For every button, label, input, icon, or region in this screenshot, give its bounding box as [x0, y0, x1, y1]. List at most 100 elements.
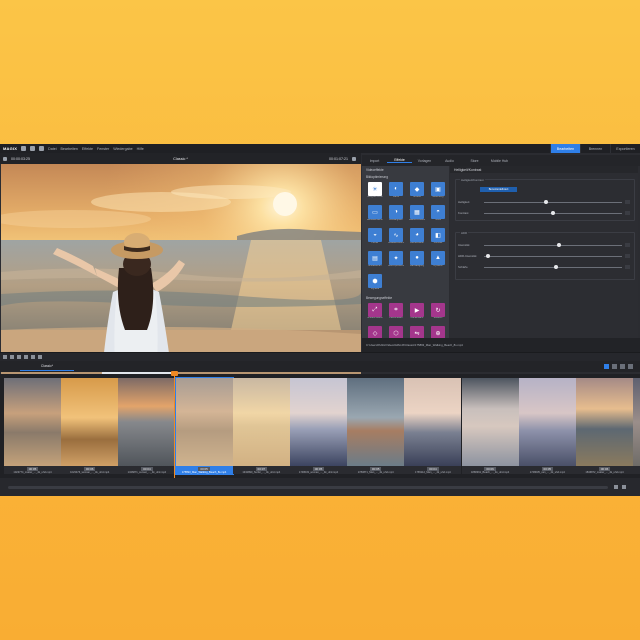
storyboard-clip[interactable]: 00:04 1346871_sunset_..._4k_uhd.mp4: [118, 378, 176, 474]
menu-lines-icon[interactable]: [3, 156, 7, 161]
effects-subcategory-image[interactable]: Bildoptimierung: [362, 173, 449, 180]
new-file-icon[interactable]: [21, 146, 27, 151]
effect-tile-sharp[interactable]: ◆ Schärfe: [409, 182, 425, 200]
sequence-tab[interactable]: Classic*: [20, 363, 74, 371]
zoom-in-icon[interactable]: [622, 485, 626, 489]
cursor-tool-icon[interactable]: [3, 355, 7, 359]
storyboard-clip[interactable]: 00:06 1846872_matter_..._4k_uhd.mp4: [576, 378, 633, 474]
storyboard-clip[interactable]: 00:05 1023774_matter_..._4k_uhd.mp4: [4, 378, 61, 474]
open-folder-icon[interactable]: [30, 146, 36, 151]
clip-caption: 00:05 1783871_Man_..._4k_uhd.mp4: [347, 466, 405, 474]
undo-icon[interactable]: [10, 355, 14, 359]
effect-tile-frame[interactable]: ▭ Bildstabilisierung: [367, 205, 383, 223]
effect-tile-crop[interactable]: ⌗ Zuschneiden: [388, 303, 404, 321]
menu-edit[interactable]: Bearbeiten: [61, 147, 78, 151]
menu-help[interactable]: Hilfe: [137, 147, 144, 151]
expand-icon[interactable]: [628, 364, 633, 369]
timeline-view-icon[interactable]: [612, 364, 617, 369]
redo-icon[interactable]: [17, 355, 21, 359]
zoom-out-icon[interactable]: [614, 485, 618, 489]
slider-knob[interactable]: [556, 243, 561, 247]
slider-knob[interactable]: [551, 211, 555, 215]
storyboard-clip[interactable]: 00:05 1748035_van_..._4k_uhd.mp4: [518, 378, 576, 474]
playhead-line[interactable]: [174, 372, 175, 480]
storyboard-clip[interactable]: 00:06 1868361_Beach_..._4k_uhd.mp4: [461, 378, 519, 474]
storyboard-clip[interactable]: 00:05 1783871_Man_..._4k_uhd.mp4: [347, 378, 405, 474]
slider-knob[interactable]: [486, 254, 491, 258]
timeline-toolbar: [0, 352, 640, 361]
effect-tile-dyn[interactable]: ▲ Dynamik: [430, 251, 446, 269]
menu-window[interactable]: Fenster: [97, 147, 109, 151]
slider-track[interactable]: [484, 211, 622, 215]
mode-edit[interactable]: Bearbeiten: [550, 144, 580, 153]
storyboard-clip[interactable]: 00:05 175893_Man_Walking_Beach_8s.mp4: [174, 377, 234, 475]
slider-track[interactable]: [484, 200, 622, 204]
effect-tile-highlights[interactable]: ◒ Lichter: [367, 228, 383, 246]
tab-audio[interactable]: Audio: [437, 159, 462, 163]
effect-properties-panel: Helligkeit/Kontrast Helligkeit/Kontrast …: [450, 166, 638, 338]
preset-button[interactable]: Benutzerdefiniert: [480, 187, 517, 192]
effect-tile-noise[interactable]: ▦Rauschminderung: [409, 205, 425, 223]
tab-mobile-hub[interactable]: Mobile Hub: [487, 159, 512, 163]
mode-burn[interactable]: Brennen: [580, 144, 610, 153]
value-field[interactable]: [625, 243, 630, 247]
slider-track[interactable]: [484, 265, 622, 269]
storyboard-clip[interactable]: 00:06 1023476_woman_..._4k_uhd.mp4: [61, 378, 119, 474]
effect-tile-wb[interactable]: ◑ Weißabgleich: [388, 205, 404, 223]
effect-tile-curves[interactable]: ∿Gradationskurven: [388, 228, 404, 246]
save-icon[interactable]: [39, 146, 45, 151]
value-field[interactable]: [625, 211, 630, 215]
horizontal-scrollbar[interactable]: [8, 486, 608, 489]
storyboard-clip[interactable]: 00:04 1765112_Man_..._4k_uhd.mp4: [404, 378, 462, 474]
effects-category[interactable]: Videoeffekte: [362, 166, 449, 173]
menu-playback[interactable]: Wiedergabe: [113, 147, 132, 151]
effect-tile-sun[interactable]: ☀Helligkeit/Kontrast: [367, 182, 383, 200]
effect-tile-auto[interactable]: ✦Auto-Optimierung: [388, 251, 404, 269]
effect-tile-contrast[interactable]: ◧ Kontrast: [430, 228, 446, 246]
slider-label: Helligkeit: [458, 200, 470, 204]
effects-subcategory-motion[interactable]: Bewegungseffekte: [362, 294, 449, 301]
storyboard-clip[interactable]: 00:07 1332890_Surfer_..._4k_uhd.mp4: [232, 378, 290, 474]
menu-file[interactable]: Datei: [48, 147, 56, 151]
playhead-handle[interactable]: [171, 371, 178, 376]
tab-templates[interactable]: Vorlagen: [412, 159, 437, 163]
clip-caption: 00:07 1332890_Surfer_..._4k_uhd.mp4: [232, 466, 290, 474]
value-field[interactable]: [625, 265, 630, 269]
tab-import[interactable]: Import: [362, 159, 387, 163]
trim-icon[interactable]: [38, 355, 42, 359]
menu-effects[interactable]: Effekte: [82, 147, 93, 151]
slider-track[interactable]: [484, 243, 622, 247]
delete-icon[interactable]: [24, 355, 28, 359]
slider-knob[interactable]: [544, 200, 549, 204]
clip-thumbnail: [461, 378, 519, 466]
effect-tile-camera[interactable]: ▶ Kamerafahrt: [409, 303, 425, 321]
effect-tile-colorcorr[interactable]: ◕ Farbkorrektur: [409, 228, 425, 246]
effect-tile-rotate[interactable]: ↻ Rotation: [430, 303, 446, 321]
effect-tile-shadows[interactable]: ◓ Tiefen: [430, 205, 446, 223]
effect-tile-denoise[interactable]: ▤ Entrauschen: [367, 251, 383, 269]
tab-store[interactable]: Store: [462, 159, 487, 163]
scene-view-icon[interactable]: [620, 364, 625, 369]
fullscreen-icon[interactable]: [352, 156, 356, 161]
effect-label: Gradationskurven: [388, 242, 404, 244]
project-title[interactable]: Classic *: [173, 157, 188, 161]
slider-knob[interactable]: [553, 265, 558, 269]
source-file-path: C:\Users\Public\Videos\MAGIX\Classic\175…: [366, 343, 463, 347]
effect-tile-vignette[interactable]: ⬢ Vignette: [367, 274, 383, 292]
effect-tile-resize[interactable]: ⤢ Größe/Position: [367, 303, 383, 321]
storyboard-clip[interactable]: 00:05 1748033_woman_..._4k_uhd.mp4: [290, 378, 347, 474]
effect-tile-exposure[interactable]: ▣ Belichtung: [430, 182, 446, 200]
slider-track[interactable]: [484, 254, 622, 258]
tab-effects[interactable]: Effekte: [387, 158, 412, 163]
mode-export[interactable]: Exportieren: [610, 144, 640, 153]
storyboard-clip[interactable]: 00:031023773_..._4k.mp4: [633, 378, 640, 474]
rotate-icon: ↻: [431, 303, 445, 317]
effect-tile-color[interactable]: ◐ Farbe: [388, 182, 404, 200]
effect-tile-drop[interactable]: ● Farbsättigung: [409, 251, 425, 269]
storyboard-view-icon[interactable]: [604, 364, 609, 369]
split-icon[interactable]: [31, 355, 35, 359]
group-label-brightness: Helligkeit/Kontrast: [460, 178, 485, 182]
clip-filename: 1023774_matter_..._4k_uhd.mp4: [13, 470, 52, 474]
value-field[interactable]: [625, 200, 630, 204]
value-field[interactable]: [625, 254, 630, 258]
